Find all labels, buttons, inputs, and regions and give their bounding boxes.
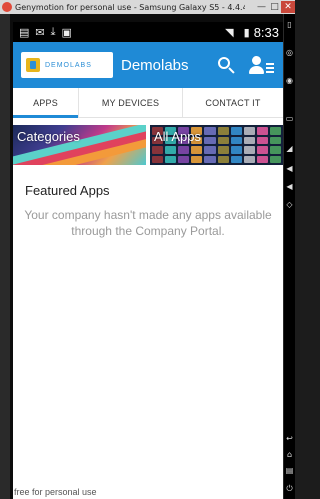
categories-tile[interactable]: Categories [13, 125, 146, 165]
app-title: Demolabs [121, 56, 189, 74]
app-mosaic-cell [256, 127, 268, 135]
app-mosaic-cell [256, 136, 268, 144]
app-mosaic-cell [243, 155, 255, 163]
app-mosaic-cell [256, 155, 268, 163]
rotate-icon[interactable]: ◇ [285, 200, 294, 209]
app-mosaic-cell [269, 127, 281, 135]
app-mosaic-cell [269, 155, 281, 163]
window-titlebar[interactable]: Genymotion for personal use - Samsung Ga… [0, 0, 295, 14]
power-icon[interactable]: ⏻ [285, 484, 294, 493]
app-mosaic-cell [152, 146, 164, 154]
company-logo: DEMOLABS [21, 52, 113, 78]
gps-tool-icon[interactable]: ◎ [285, 48, 294, 57]
signal-tool-icon[interactable]: ◢ [285, 144, 294, 153]
watermark-text: free for personal use [14, 487, 97, 497]
minimize-button[interactable]: — [255, 1, 268, 13]
status-time: 8:33 [253, 24, 279, 40]
app-mosaic-cell [269, 136, 281, 144]
app-mosaic-cell [217, 146, 229, 154]
tab-my-devices[interactable]: MY DEVICES [79, 88, 183, 117]
app-mosaic-cell [243, 146, 255, 154]
app-mosaic-cell [191, 146, 203, 154]
app-mosaic-cell [217, 136, 229, 144]
app-bar: DEMOLABS Demolabs [13, 42, 283, 88]
android-status-bar: ▤ ✉ ⤓ ▣ ◥ ▮ 8:33 [13, 22, 283, 42]
window-title: Genymotion for personal use - Samsung Ga… [15, 2, 245, 12]
battery-icon: ▮ [243, 25, 250, 39]
tab-apps[interactable]: APPS [13, 88, 79, 118]
app-mosaic-cell [243, 136, 255, 144]
email-icon: ✉ [35, 25, 45, 39]
app-mosaic-cell [178, 155, 190, 163]
empty-state-message: Your company hasn't made any apps availa… [24, 208, 272, 238]
home-icon[interactable]: ⌂ [285, 450, 294, 459]
maximize-button[interactable]: □ [268, 1, 281, 13]
app-mosaic-cell [178, 146, 190, 154]
download-icon: ⤓ [50, 25, 56, 38]
app-mosaic-cell [204, 127, 216, 135]
app-mosaic-cell [230, 146, 242, 154]
recent-apps-icon[interactable]: ▤ [285, 466, 294, 475]
app-mosaic-cell [165, 146, 177, 154]
app-mosaic-cell [217, 127, 229, 135]
app-mosaic-cell [269, 146, 281, 154]
app-mosaic-cell [204, 136, 216, 144]
browse-tiles: Categories All Apps [13, 125, 283, 165]
search-icon[interactable] [215, 54, 237, 76]
emulator-side-toolbar: ▯ ◎ ◉ ▭ ◢ ◀ ◀ ◇ ↩ ⌂ ▤ ⏻ [284, 14, 295, 499]
gallery-icon: ▣ [61, 25, 72, 39]
app-mosaic-cell [204, 146, 216, 154]
company-logo-icon [26, 58, 40, 72]
screenshot-icon: ▤ [19, 25, 30, 39]
app-mosaic-cell [256, 146, 268, 154]
app-mosaic-cell [230, 136, 242, 144]
all-apps-tile[interactable]: All Apps [150, 125, 283, 165]
app-mosaic-cell [165, 155, 177, 163]
app-mosaic-cell [230, 155, 242, 163]
volume-down-icon[interactable]: ◀ [285, 182, 294, 191]
genymotion-logo-icon [2, 2, 12, 12]
app-mosaic-cell [217, 155, 229, 163]
volume-up-icon[interactable]: ◀ [285, 164, 294, 173]
wifi-icon: ◥ [225, 25, 234, 39]
account-menu-icon[interactable] [249, 54, 275, 76]
all-apps-label: All Apps [154, 129, 201, 144]
device-frame: ▤ ✉ ⤓ ▣ ◥ ▮ 8:33 DEMOLABS Demolabs APPS … [10, 14, 283, 499]
categories-label: Categories [17, 129, 80, 144]
emulator-window: Genymotion for personal use - Samsung Ga… [0, 0, 295, 499]
app-mosaic-cell [230, 127, 242, 135]
camera-tool-icon[interactable]: ◉ [285, 76, 294, 85]
app-mosaic-cell [152, 155, 164, 163]
company-logo-text: DEMOLABS [45, 61, 92, 69]
capture-tool-icon[interactable]: ▭ [285, 114, 294, 123]
app-mosaic-cell [204, 155, 216, 163]
app-mosaic-cell [243, 127, 255, 135]
tab-contact-it[interactable]: CONTACT IT [183, 88, 283, 117]
app-mosaic-cell [191, 155, 203, 163]
back-icon[interactable]: ↩ [285, 434, 294, 443]
close-button[interactable]: ✕ [281, 1, 295, 13]
app-screen: DEMOLABS Demolabs APPS MY DEVICES CONTAC… [13, 42, 283, 499]
tab-bar: APPS MY DEVICES CONTACT IT [13, 88, 283, 118]
featured-apps-heading: Featured Apps [25, 183, 110, 198]
battery-tool-icon[interactable]: ▯ [285, 20, 294, 29]
